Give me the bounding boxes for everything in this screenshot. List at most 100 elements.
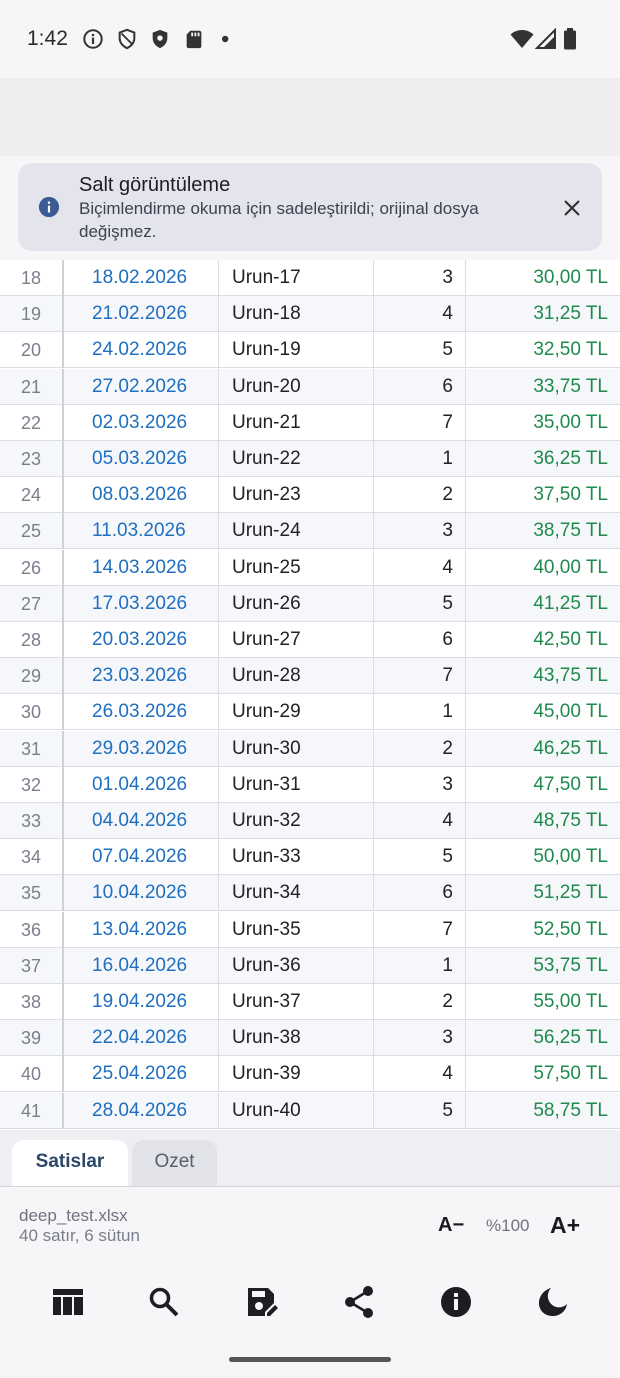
- price-cell[interactable]: 48,75 TL: [466, 803, 620, 839]
- quantity-cell[interactable]: 6: [374, 622, 466, 658]
- home-indicator[interactable]: [229, 1357, 391, 1362]
- date-cell[interactable]: 16.04.2026: [64, 947, 219, 984]
- table-row[interactable]: 38 19.04.2026 Urun-37 2 55,00 TL: [0, 984, 620, 1020]
- quantity-cell[interactable]: 6: [374, 368, 466, 405]
- product-cell[interactable]: Urun-35: [219, 911, 374, 948]
- quantity-cell[interactable]: 5: [374, 1092, 466, 1129]
- quantity-cell[interactable]: 6: [374, 875, 466, 912]
- product-cell[interactable]: Urun-34: [219, 875, 374, 912]
- table-row[interactable]: 33 04.04.2026 Urun-32 4 48,75 TL: [0, 803, 620, 839]
- date-cell[interactable]: 11.03.2026: [64, 513, 219, 550]
- quantity-cell[interactable]: 4: [374, 803, 466, 839]
- date-cell[interactable]: 22.04.2026: [64, 1020, 219, 1057]
- quantity-cell[interactable]: 1: [374, 441, 466, 477]
- product-cell[interactable]: Urun-31: [219, 766, 374, 803]
- price-cell[interactable]: 41,25 TL: [466, 586, 620, 622]
- product-cell[interactable]: Urun-37: [219, 984, 374, 1020]
- price-cell[interactable]: 55,00 TL: [466, 984, 620, 1020]
- date-cell[interactable]: 04.04.2026: [64, 803, 219, 839]
- date-cell[interactable]: 10.04.2026: [64, 875, 219, 912]
- date-cell[interactable]: 25.04.2026: [64, 1056, 219, 1093]
- quantity-cell[interactable]: 1: [374, 947, 466, 984]
- table-row[interactable]: 39 22.04.2026 Urun-38 3 56,25 TL: [0, 1020, 620, 1057]
- close-icon[interactable]: [562, 198, 582, 218]
- date-cell[interactable]: 01.04.2026: [64, 766, 219, 803]
- table-row[interactable]: 40 25.04.2026 Urun-39 4 57,50 TL: [0, 1056, 620, 1093]
- info-icon[interactable]: [439, 1285, 473, 1319]
- product-cell[interactable]: Urun-23: [219, 477, 374, 514]
- product-cell[interactable]: Urun-25: [219, 549, 374, 586]
- quantity-cell[interactable]: 7: [374, 658, 466, 695]
- price-cell[interactable]: 37,50 TL: [466, 477, 620, 513]
- table-row[interactable]: 28 20.03.2026 Urun-27 6 42,50 TL: [0, 622, 620, 658]
- quantity-cell[interactable]: 5: [374, 585, 466, 622]
- quantity-cell[interactable]: 3: [374, 260, 466, 296]
- price-cell[interactable]: 58,75 TL: [466, 1093, 620, 1129]
- table-row[interactable]: 31 29.03.2026 Urun-30 2 46,25 TL: [0, 730, 620, 767]
- table-row[interactable]: 41 28.04.2026 Urun-40 5 58,75 TL: [0, 1092, 620, 1129]
- table-row[interactable]: 19 21.02.2026 Urun-18 4 31,25 TL: [0, 296, 620, 333]
- quantity-cell[interactable]: 3: [374, 1020, 466, 1057]
- quantity-cell[interactable]: 7: [374, 404, 466, 441]
- quantity-cell[interactable]: 2: [374, 730, 466, 767]
- date-cell[interactable]: 23.03.2026: [64, 658, 219, 695]
- product-cell[interactable]: Urun-39: [219, 1056, 374, 1093]
- table-row[interactable]: 25 11.03.2026 Urun-24 3 38,75 TL: [0, 513, 620, 550]
- date-cell[interactable]: 20.03.2026: [64, 622, 219, 658]
- product-cell[interactable]: Urun-28: [219, 658, 374, 695]
- table-row[interactable]: 32 01.04.2026 Urun-31 3 47,50 TL: [0, 766, 620, 803]
- product-cell[interactable]: Urun-40: [219, 1092, 374, 1129]
- table-row[interactable]: 34 07.04.2026 Urun-33 5 50,00 TL: [0, 839, 620, 876]
- table-row[interactable]: 21 27.02.2026 Urun-20 6 33,75 TL: [0, 368, 620, 405]
- quantity-cell[interactable]: 1: [374, 694, 466, 731]
- quantity-cell[interactable]: 2: [374, 477, 466, 514]
- save-edit-icon[interactable]: [245, 1285, 279, 1319]
- table-row[interactable]: 20 24.02.2026 Urun-19 5 32,50 TL: [0, 332, 620, 369]
- price-cell[interactable]: 45,00 TL: [466, 694, 620, 730]
- date-cell[interactable]: 13.04.2026: [64, 911, 219, 948]
- price-cell[interactable]: 35,00 TL: [466, 405, 620, 441]
- zoom-out-button[interactable]: A−: [438, 1214, 464, 1237]
- quantity-cell[interactable]: 4: [374, 296, 466, 333]
- table-row[interactable]: 35 10.04.2026 Urun-34 6 51,25 TL: [0, 875, 620, 912]
- product-cell[interactable]: Urun-27: [219, 622, 374, 658]
- spreadsheet-grid[interactable]: 18 18.02.2026 Urun-17 3 30,00 TL 19 21.02.2026…: [0, 260, 620, 1130]
- price-cell[interactable]: 30,00 TL: [466, 260, 620, 296]
- price-cell[interactable]: 43,75 TL: [466, 658, 620, 694]
- date-cell[interactable]: 21.02.2026: [64, 296, 219, 333]
- date-cell[interactable]: 18.02.2026: [64, 260, 219, 296]
- price-cell[interactable]: 42,50 TL: [466, 622, 620, 658]
- price-cell[interactable]: 52,50 TL: [466, 912, 620, 948]
- table-row[interactable]: 26 14.03.2026 Urun-25 4 40,00 TL: [0, 549, 620, 586]
- product-cell[interactable]: Urun-33: [219, 839, 374, 876]
- date-cell[interactable]: 29.03.2026: [64, 730, 219, 767]
- product-cell[interactable]: Urun-36: [219, 947, 374, 984]
- price-cell[interactable]: 33,75 TL: [466, 369, 620, 405]
- price-cell[interactable]: 32,50 TL: [466, 332, 620, 368]
- date-cell[interactable]: 19.04.2026: [64, 984, 219, 1020]
- quantity-cell[interactable]: 4: [374, 549, 466, 586]
- table-row[interactable]: 24 08.03.2026 Urun-23 2 37,50 TL: [0, 477, 620, 514]
- price-cell[interactable]: 38,75 TL: [466, 513, 620, 549]
- quantity-cell[interactable]: 4: [374, 1056, 466, 1093]
- product-cell[interactable]: Urun-17: [219, 260, 374, 296]
- price-cell[interactable]: 56,25 TL: [466, 1020, 620, 1056]
- table-row[interactable]: 37 16.04.2026 Urun-36 1 53,75 TL: [0, 947, 620, 984]
- date-cell[interactable]: 17.03.2026: [64, 585, 219, 622]
- search-icon[interactable]: [147, 1285, 181, 1319]
- table-row[interactable]: 18 18.02.2026 Urun-17 3 30,00 TL: [0, 260, 620, 296]
- product-cell[interactable]: Urun-29: [219, 694, 374, 731]
- price-cell[interactable]: 46,25 TL: [466, 731, 620, 767]
- date-cell[interactable]: 05.03.2026: [64, 441, 219, 477]
- price-cell[interactable]: 47,50 TL: [466, 767, 620, 803]
- price-cell[interactable]: 40,00 TL: [466, 550, 620, 586]
- price-cell[interactable]: 51,25 TL: [466, 875, 620, 911]
- date-cell[interactable]: 07.04.2026: [64, 839, 219, 876]
- product-cell[interactable]: Urun-24: [219, 513, 374, 550]
- quantity-cell[interactable]: 5: [374, 839, 466, 876]
- table-row[interactable]: 23 05.03.2026 Urun-22 1 36,25 TL: [0, 441, 620, 477]
- price-cell[interactable]: 50,00 TL: [466, 839, 620, 875]
- product-cell[interactable]: Urun-20: [219, 368, 374, 405]
- quantity-cell[interactable]: 2: [374, 984, 466, 1020]
- zoom-in-button[interactable]: A+: [550, 1212, 580, 1239]
